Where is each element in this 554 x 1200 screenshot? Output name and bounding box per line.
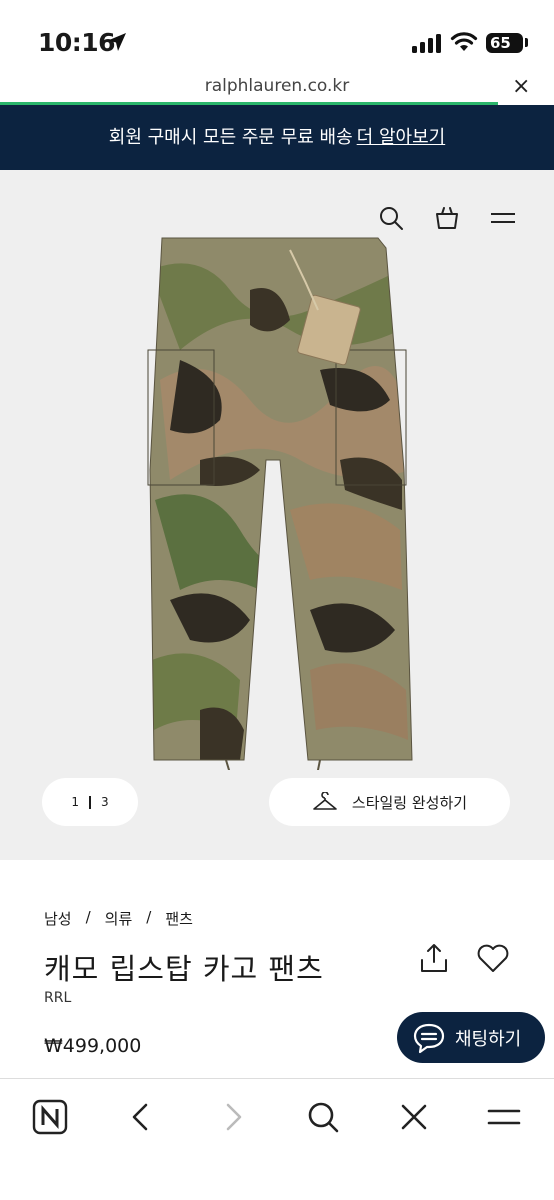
status-bar: 10:16 65 xyxy=(0,0,554,70)
forward-icon[interactable] xyxy=(220,1099,246,1135)
shopping-bag-icon[interactable] xyxy=(434,205,460,231)
hanger-icon xyxy=(313,792,337,810)
promo-banner: 회원 구매시 모든 주문 무료 배송 더 알아보기 xyxy=(0,105,554,170)
breadcrumb-clothing[interactable]: 의류 xyxy=(105,908,133,929)
browser-url-bar[interactable]: ralphlauren.co.kr × xyxy=(0,70,554,105)
wishlist-heart-icon[interactable] xyxy=(476,944,510,974)
breadcrumb-men[interactable]: 남성 xyxy=(44,908,72,929)
chat-bubble-icon xyxy=(413,1023,445,1053)
complete-the-look-label: 스타일링 완성하기 xyxy=(351,793,468,812)
battery-indicator: 65 xyxy=(486,33,523,53)
location-arrow-icon xyxy=(108,33,126,51)
breadcrumb-separator: / xyxy=(85,908,91,926)
close-icon[interactable] xyxy=(398,1099,430,1135)
header-icons xyxy=(378,205,516,231)
product-info: 남성 / 의류 / 팬츠 캐모 립스탑 카고 팬츠 RRL ₩499,000 채… xyxy=(0,860,554,1078)
product-title: 캐모 립스탑 카고 팬츠 xyxy=(44,952,324,986)
product-image xyxy=(147,237,413,770)
product-gallery[interactable]: 1 3 스타일링 완성하기 xyxy=(0,170,554,860)
url-text[interactable]: ralphlauren.co.kr xyxy=(0,76,554,96)
browser-toolbar xyxy=(0,1078,554,1200)
breadcrumb-pants[interactable]: 팬츠 xyxy=(165,908,193,929)
battery-cap xyxy=(525,38,528,47)
gallery-pager[interactable]: 1 3 xyxy=(42,778,138,826)
back-icon[interactable] xyxy=(128,1099,154,1135)
status-time: 10:16 xyxy=(38,28,116,57)
menu-icon[interactable] xyxy=(490,208,516,228)
share-icon[interactable] xyxy=(418,942,450,974)
battery-level: 65 xyxy=(490,34,511,52)
menu-icon[interactable] xyxy=(486,1099,522,1135)
complete-the-look-button[interactable]: 스타일링 완성하기 xyxy=(269,778,510,826)
promo-text: 회원 구매시 모든 주문 무료 배송 xyxy=(108,127,353,148)
naver-icon[interactable] xyxy=(32,1099,68,1135)
pager-current: 1 xyxy=(71,795,79,809)
pager-divider xyxy=(89,795,91,809)
pager-total: 3 xyxy=(101,795,109,809)
product-brand: RRL xyxy=(44,990,72,1006)
promo-learn-more-link[interactable]: 더 알아보기 xyxy=(357,127,446,148)
chat-button-label: 채팅하기 xyxy=(455,1028,522,1050)
breadcrumb: 남성 / 의류 / 팬츠 xyxy=(44,908,193,929)
search-icon[interactable] xyxy=(378,205,404,231)
breadcrumb-separator: / xyxy=(146,908,152,926)
chat-button[interactable]: 채팅하기 xyxy=(397,1012,545,1063)
product-price: ₩499,000 xyxy=(44,1035,142,1057)
cellular-signal-icon xyxy=(412,33,441,53)
search-icon[interactable] xyxy=(306,1099,340,1135)
close-icon[interactable]: × xyxy=(512,76,530,98)
wifi-icon xyxy=(450,32,478,51)
